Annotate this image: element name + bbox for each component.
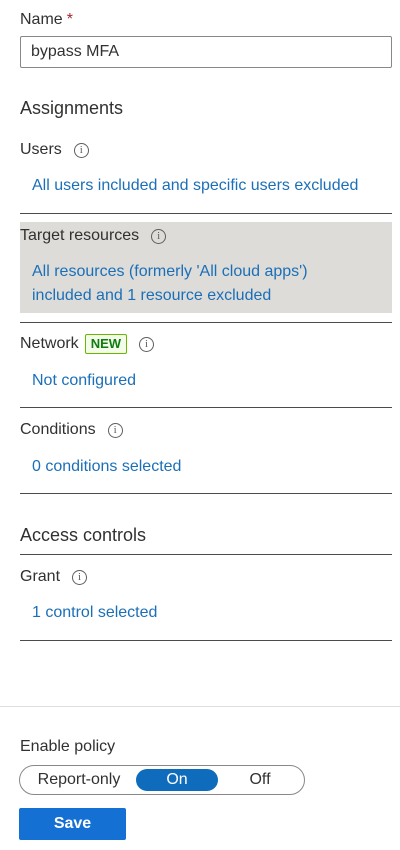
enable-policy-label: Enable policy [20,738,116,755]
users-title: Users i [20,140,89,160]
name-label: Name * [20,10,73,30]
info-icon[interactable]: i [139,336,155,352]
enable-policy-toggle: Report-only On Off [19,765,305,795]
users-title-text: Users [20,141,62,158]
network-link[interactable]: Not configured [32,371,136,391]
toggle-on[interactable]: On [136,769,218,791]
conditions-link[interactable]: 0 conditions selected [32,457,181,477]
users-link[interactable]: All users included and specific users ex… [32,176,358,196]
divider [20,554,392,555]
grant-title-text: Grant [20,568,61,585]
divider [20,407,392,408]
divider [20,213,392,214]
grant-title: Grant i [20,567,88,587]
info-icon[interactable]: i [72,569,88,585]
conditions-title: Conditions i [20,420,123,440]
save-button[interactable]: Save [19,808,126,840]
toggle-off[interactable]: Off [218,766,302,794]
name-input[interactable] [20,36,392,68]
divider [20,322,392,323]
conditions-title-text: Conditions [20,421,96,438]
target-resources-link-line2[interactable]: included and 1 resource excluded [32,286,271,306]
target-resources-link-line1[interactable]: All resources (formerly 'All cloud apps'… [32,262,308,282]
divider [20,493,392,494]
info-icon[interactable]: i [151,228,167,244]
info-icon[interactable]: i [73,142,89,158]
network-title: Network NEW i [20,334,155,354]
policy-panel: Name* Assignments Users i All users incl… [0,0,400,850]
access-controls-heading: Access controls [20,525,147,545]
info-icon[interactable]: i [107,422,123,438]
toggle-report-only[interactable]: Report-only [20,766,138,794]
new-badge: NEW [84,334,128,354]
name-label-text: Name [20,11,63,28]
target-resources-title-text: Target resources [20,227,140,244]
footer-separator [0,706,400,707]
network-title-text: Network [20,335,79,352]
required-asterisk: * [66,11,73,28]
grant-link[interactable]: 1 control selected [32,603,157,623]
target-resources-title: Target resources i [20,226,167,246]
assignments-heading: Assignments [20,98,124,118]
divider [20,640,392,641]
